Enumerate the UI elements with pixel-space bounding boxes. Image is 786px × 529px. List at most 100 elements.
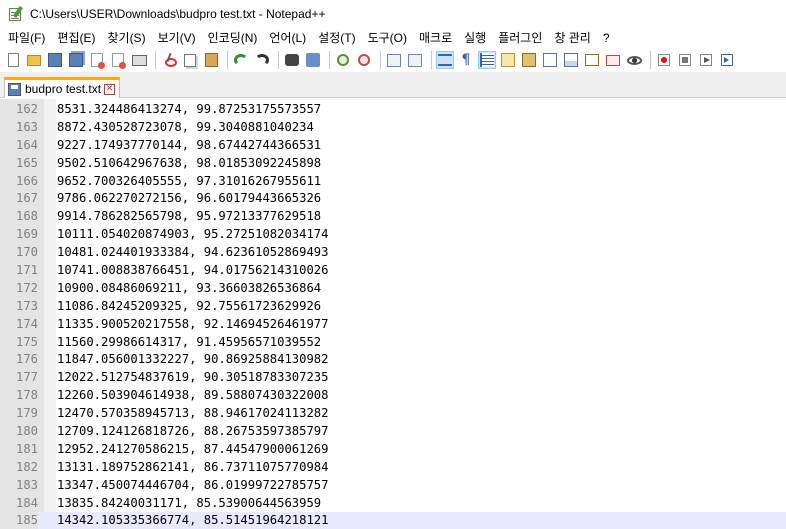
- menu-view[interactable]: 보기(V): [152, 28, 202, 48]
- editor-line[interactable]: 178 12260.503904614938, 89.58807430322008: [0, 387, 786, 405]
- zoom-in-button[interactable]: [334, 51, 352, 69]
- menu-help[interactable]: ?: [597, 28, 616, 48]
- indent-guide-button[interactable]: [478, 51, 496, 69]
- save-all-button[interactable]: [67, 51, 85, 69]
- line-number: 177: [15, 370, 38, 385]
- editor-line[interactable]: 169 10111.054020874903, 95.27251082034174: [0, 226, 786, 244]
- menu-plugins[interactable]: 플러그인: [492, 28, 548, 48]
- undo-button[interactable]: [232, 51, 250, 69]
- editor-line[interactable]: 175 11560.29986614317, 91.45956571039552: [0, 334, 786, 352]
- cut-button[interactable]: [160, 51, 178, 69]
- editor-area[interactable]: 162 8531.324486413274, 99.87253175573557 …: [0, 99, 786, 529]
- macro-record-button[interactable]: [655, 51, 673, 69]
- editor-line[interactable]: 162 8531.324486413274, 99.87253175573557: [0, 101, 786, 119]
- line-number: 170: [15, 245, 38, 260]
- user-language-icon: [501, 53, 515, 67]
- editor-current-line[interactable]: 185 14342.105335366774, 85.51451964218121: [0, 512, 786, 529]
- macro-play-button[interactable]: [697, 51, 715, 69]
- sync-vertical-button[interactable]: [385, 51, 403, 69]
- open-folder-icon: [27, 54, 41, 66]
- editor-line[interactable]: 183 13347.450074446704, 86.01999722785757: [0, 477, 786, 495]
- line-text: 11086.84245209325, 92.75561723629926: [57, 298, 322, 313]
- editor-line[interactable]: 180 12709.124126818726, 88.26753597385797: [0, 423, 786, 441]
- replace-button[interactable]: [304, 51, 322, 69]
- word-wrap-button[interactable]: [436, 51, 454, 69]
- undo-icon: [234, 54, 248, 66]
- copy-button[interactable]: [181, 51, 199, 69]
- editor-line[interactable]: 181 12952.241270586215, 87.44547900061269: [0, 441, 786, 459]
- show-all-characters-button[interactable]: ¶: [457, 51, 475, 69]
- close-all-button[interactable]: [109, 51, 127, 69]
- save-icon: [48, 53, 62, 67]
- editor-line[interactable]: 170 10481.024401933384, 94.62361052869493: [0, 244, 786, 262]
- menu-tools[interactable]: 도구(O): [362, 28, 413, 48]
- zoom-out-button[interactable]: [355, 51, 373, 69]
- line-text: 9652.700326405555, 97.31016267955611: [57, 173, 322, 188]
- toolbar-separator: [278, 51, 279, 69]
- document-map-button[interactable]: [520, 51, 538, 69]
- editor-line[interactable]: 173 11086.84245209325, 92.75561723629926: [0, 298, 786, 316]
- menu-window[interactable]: 창 관리: [548, 28, 596, 48]
- paste-button[interactable]: [202, 51, 220, 69]
- sync-horizontal-button[interactable]: [406, 51, 424, 69]
- menu-edit[interactable]: 편집(E): [51, 28, 101, 48]
- editor-line[interactable]: 165 9502.510642967638, 98.01853092245898: [0, 155, 786, 173]
- close-file-icon: [91, 53, 105, 69]
- redo-button[interactable]: [253, 51, 271, 69]
- scissors-icon: [163, 53, 177, 67]
- line-number: 168: [15, 209, 38, 224]
- editor-line[interactable]: 163 8872.430528723078, 99.3040881040234: [0, 119, 786, 137]
- zoom-in-icon: [337, 54, 349, 66]
- print-button[interactable]: [130, 51, 148, 69]
- editor-line[interactable]: 182 13131.189752862141, 86.73711075770984: [0, 459, 786, 477]
- tab-close-icon[interactable]: ✕: [104, 83, 116, 95]
- line-number: 172: [15, 280, 38, 295]
- printer-icon: [131, 54, 147, 66]
- monitoring-button[interactable]: [604, 51, 622, 69]
- copy-icon: [184, 53, 196, 67]
- line-number: 175: [15, 334, 38, 349]
- menu-search[interactable]: 찾기(S): [101, 28, 151, 48]
- line-text: 11335.900520217558, 92.14694526461977: [57, 316, 329, 331]
- menu-encoding[interactable]: 인코딩(N): [202, 28, 264, 48]
- line-text: 12260.503904614938, 89.58807430322008: [57, 388, 329, 403]
- menu-language[interactable]: 언어(L): [263, 28, 312, 48]
- word-wrap-icon: [438, 54, 452, 66]
- close-file-button[interactable]: [88, 51, 106, 69]
- menu-file[interactable]: 파일(F): [2, 28, 51, 48]
- open-file-button[interactable]: [25, 51, 43, 69]
- editor-line[interactable]: 174 11335.900520217558, 92.14694526461977: [0, 316, 786, 334]
- editor-line[interactable]: 166 9652.700326405555, 97.31016267955611: [0, 173, 786, 191]
- menu-macro[interactable]: 매크로: [413, 28, 458, 48]
- line-text: 9227.174937770144, 98.67442744366531: [57, 137, 322, 152]
- eye-icon: [626, 55, 642, 65]
- new-file-button[interactable]: [4, 51, 22, 69]
- function-list-button[interactable]: [562, 51, 580, 69]
- editor-line[interactable]: 168 9914.786282565798, 95.97213377629518: [0, 208, 786, 226]
- view-in-browser-button[interactable]: [625, 51, 643, 69]
- document-map-icon: [522, 53, 536, 67]
- document-list-icon: [543, 53, 557, 67]
- editor-line[interactable]: 177 12022.512754837619, 90.30518783307235: [0, 369, 786, 387]
- editor-line[interactable]: 176 11847.056001332227, 90.86925884130982: [0, 351, 786, 369]
- macro-stop-button[interactable]: [676, 51, 694, 69]
- folder-as-workspace-button[interactable]: [583, 51, 601, 69]
- indent-guide-icon: [480, 53, 494, 67]
- save-button[interactable]: [46, 51, 64, 69]
- line-number: 171: [15, 263, 38, 278]
- new-file-icon: [7, 53, 19, 67]
- editor-line[interactable]: 167 9786.062270272156, 96.60179443665326: [0, 190, 786, 208]
- editor-line[interactable]: 164 9227.174937770144, 98.67442744366531: [0, 137, 786, 155]
- document-list-button[interactable]: [541, 51, 559, 69]
- menu-run[interactable]: 실행: [458, 28, 492, 48]
- macro-run-multiple-button[interactable]: [718, 51, 736, 69]
- editor-line[interactable]: 184 13835.84240031171, 85.53900644563959: [0, 495, 786, 513]
- editor-line[interactable]: 179 12470.570358945713, 88.94617024113282: [0, 405, 786, 423]
- line-number: 163: [15, 119, 38, 134]
- find-button[interactable]: [283, 51, 301, 69]
- editor-line[interactable]: 171 10741.008838766451, 94.01756214310026: [0, 262, 786, 280]
- tab-budpro-test[interactable]: budpro test.txt ✕: [4, 77, 120, 98]
- menu-settings[interactable]: 설정(T): [312, 28, 361, 48]
- editor-line[interactable]: 172 10900.08486069211, 93.36603826536864: [0, 280, 786, 298]
- user-language-button[interactable]: [499, 51, 517, 69]
